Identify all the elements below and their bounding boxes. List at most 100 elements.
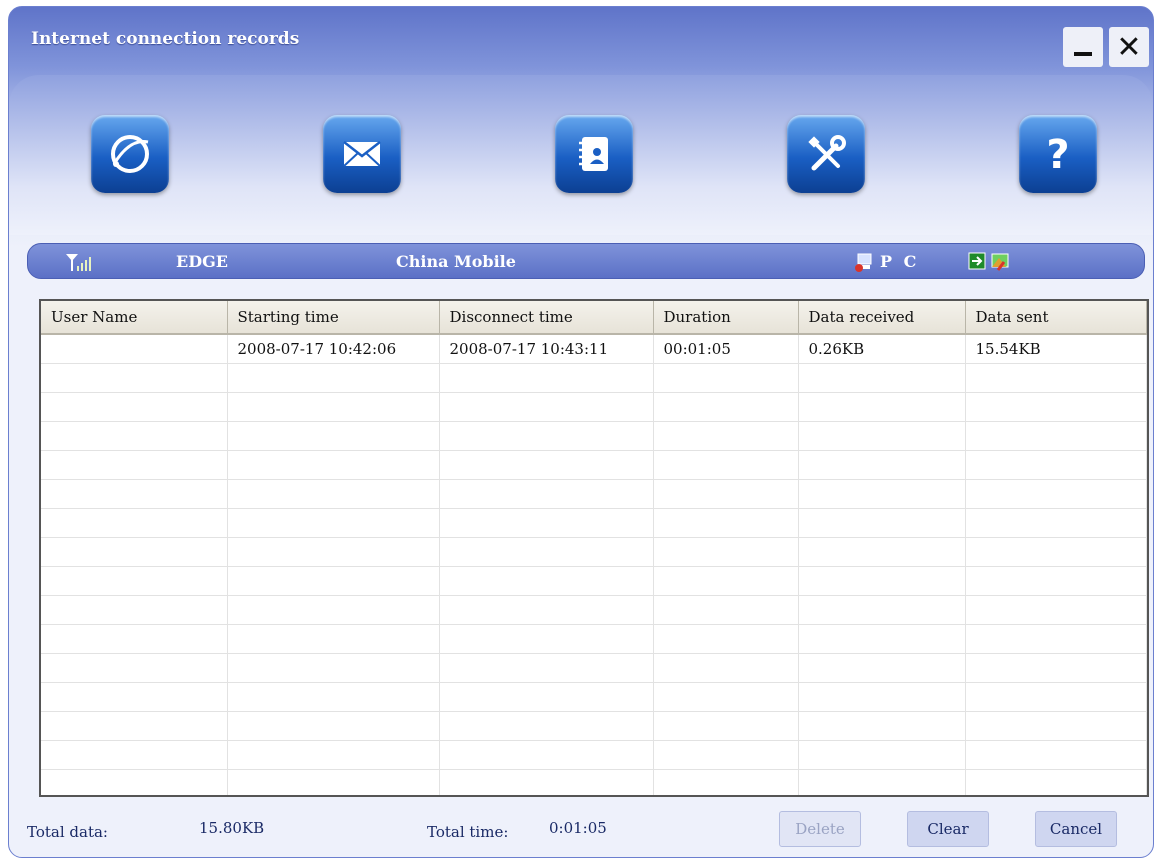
column-header-starting-time[interactable]: Starting time: [227, 301, 440, 335]
table-cell: [227, 711, 440, 741]
column-header-duration[interactable]: Duration: [653, 301, 799, 335]
table-cell: [798, 595, 966, 625]
table-cell: [439, 450, 654, 480]
table-cell: [798, 624, 966, 654]
table-cell: [41, 740, 228, 770]
table-row[interactable]: [41, 682, 1147, 712]
table-cell: [965, 508, 1147, 538]
table-cell: [227, 363, 440, 393]
table-row[interactable]: [41, 624, 1147, 654]
title-bar: Internet connection records ✕: [9, 7, 1153, 77]
envelope-icon: [343, 141, 381, 167]
table-row[interactable]: [41, 740, 1147, 770]
table-cell: [965, 653, 1147, 683]
table-row[interactable]: [41, 711, 1147, 741]
table-cell: [653, 682, 799, 712]
table-cell: [965, 595, 1147, 625]
table-cell: [41, 682, 228, 712]
pc-connection-icon: [854, 252, 874, 276]
column-header-data-sent[interactable]: Data sent: [965, 301, 1147, 335]
records-table[interactable]: User Name Starting time Disconnect time …: [39, 299, 1149, 797]
table-cell: [439, 421, 654, 451]
picture-icon[interactable]: [990, 252, 1012, 276]
table-cell: [439, 624, 654, 654]
table-cell: [227, 682, 440, 712]
table-cell: [798, 421, 966, 451]
globe-connect-icon: [111, 135, 149, 173]
total-time-label: Total time:: [427, 823, 509, 841]
table-cell: [41, 769, 228, 795]
table-cell: [227, 537, 440, 567]
table-cell: [41, 508, 228, 538]
table-row[interactable]: [41, 537, 1147, 567]
table-cell: [965, 711, 1147, 741]
table-cell: [439, 711, 654, 741]
table-cell: [439, 682, 654, 712]
table-cell: [798, 392, 966, 422]
table-cell: [653, 595, 799, 625]
messages-button[interactable]: [323, 115, 401, 193]
address-book-icon: [579, 137, 608, 171]
table-cell: [653, 624, 799, 654]
table-cell: 2008-07-17 10:42:06: [227, 334, 440, 364]
table-row[interactable]: [41, 392, 1147, 422]
table-row[interactable]: [41, 595, 1147, 625]
connect-button[interactable]: [91, 115, 169, 193]
settings-button[interactable]: [787, 115, 865, 193]
table-cell: [798, 682, 966, 712]
minimize-button[interactable]: [1063, 27, 1103, 67]
table-cell: [41, 624, 228, 654]
table-cell: [798, 653, 966, 683]
total-data-label: Total data:: [27, 823, 108, 841]
table-row[interactable]: 2008-07-17 10:42:06 2008-07-17 10:43:11 00…: [41, 334, 1147, 364]
table-cell: [798, 740, 966, 770]
table-cell: [41, 537, 228, 567]
device-label: P C: [880, 252, 920, 271]
table-cell: [965, 769, 1147, 795]
network-type: EDGE: [176, 252, 228, 271]
table-cell: [227, 392, 440, 422]
table-cell: [965, 566, 1147, 596]
table-cell: [653, 392, 799, 422]
table-cell: [798, 363, 966, 393]
close-button[interactable]: ✕: [1109, 27, 1149, 67]
table-cell: [439, 566, 654, 596]
main-toolbar: ?: [9, 75, 1153, 235]
table-cell: [798, 566, 966, 596]
total-data-value: 15.80KB: [199, 819, 265, 837]
column-header-disconnect-time[interactable]: Disconnect time: [439, 301, 654, 335]
table-row[interactable]: [41, 508, 1147, 538]
footer-bar: Total data: 15.80KB Total time: 0:01:05 …: [9, 797, 1153, 857]
table-row[interactable]: [41, 769, 1147, 795]
table-row[interactable]: [41, 450, 1147, 480]
table-row[interactable]: [41, 479, 1147, 509]
table-cell: [965, 740, 1147, 770]
table-cell: [41, 421, 228, 451]
table-row[interactable]: [41, 421, 1147, 451]
table-cell: [41, 392, 228, 422]
delete-button[interactable]: Delete: [779, 811, 861, 847]
table-row[interactable]: [41, 653, 1147, 683]
table-cell: 0.26KB: [798, 334, 966, 364]
table-cell: [41, 566, 228, 596]
column-header-data-received[interactable]: Data received: [798, 301, 966, 335]
table-cell: [439, 363, 654, 393]
enter-icon[interactable]: [968, 252, 986, 274]
contacts-button[interactable]: [555, 115, 633, 193]
table-cell: [653, 421, 799, 451]
table-cell: 2008-07-17 10:43:11: [439, 334, 654, 364]
table-cell: [439, 392, 654, 422]
table-cell: [41, 450, 228, 480]
table-row[interactable]: [41, 566, 1147, 596]
help-button[interactable]: ?: [1019, 115, 1097, 193]
table-cell: [653, 711, 799, 741]
table-cell: [227, 624, 440, 654]
cancel-button[interactable]: Cancel: [1035, 811, 1117, 847]
table-cell: [653, 537, 799, 567]
clear-button[interactable]: Clear: [907, 811, 989, 847]
table-cell: [965, 421, 1147, 451]
column-header-user-name[interactable]: User Name: [41, 301, 228, 335]
total-time-value: 0:01:05: [549, 819, 607, 837]
table-row[interactable]: [41, 363, 1147, 393]
table-cell: [965, 682, 1147, 712]
